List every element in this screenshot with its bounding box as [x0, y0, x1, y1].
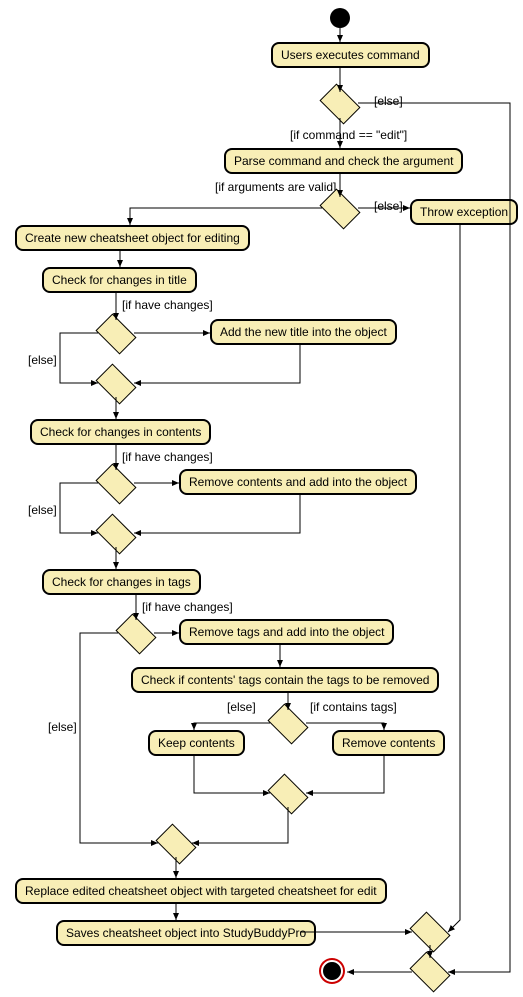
label-else-contents: [else]	[28, 503, 57, 517]
label-else-top: [else]	[374, 94, 403, 108]
merge-contents	[95, 513, 136, 554]
activity-keep: Keep contents	[148, 730, 245, 756]
decision-title	[95, 313, 136, 354]
activity-check-title: Check for changes in title	[42, 267, 197, 293]
start-node	[330, 8, 350, 28]
decision-command	[319, 83, 360, 124]
activity-replace: Replace edited cheatsheet object with ta…	[15, 878, 387, 904]
decision-contents	[95, 463, 136, 504]
label-if-valid: [if arguments are valid]	[215, 180, 336, 194]
activity-remove-tags: Remove tags and add into the object	[179, 619, 394, 645]
decision-tags	[115, 613, 156, 654]
activity-parse: Parse command and check the argument	[224, 148, 463, 174]
activity-users-execute: Users executes command	[271, 42, 430, 68]
label-if-contains: [if contains tags]	[310, 700, 397, 714]
activity-remove-contents: Remove contents and add into the object	[179, 469, 417, 495]
label-else-tags: [else]	[48, 720, 77, 734]
label-else-contain: [else]	[227, 700, 256, 714]
activity-add-title: Add the new title into the object	[210, 319, 397, 345]
decision-valid	[319, 188, 360, 229]
label-else-valid: [else]	[374, 199, 403, 213]
decision-contain	[267, 703, 308, 744]
merge-throw	[409, 911, 450, 952]
activity-check-tags: Check for changes in tags	[42, 569, 201, 595]
label-else-title: [else]	[28, 353, 57, 367]
merge-tags	[155, 823, 196, 864]
activity-create: Create new cheatsheet object for editing	[15, 225, 250, 251]
label-if-changes-2: [if have changes]	[122, 450, 213, 464]
activity-check-contents: Check for changes in contents	[30, 419, 211, 445]
merge-contain	[267, 773, 308, 814]
activity-remove: Remove contents	[332, 730, 445, 756]
merge-title	[95, 363, 136, 404]
merge-final	[409, 951, 450, 992]
label-if-changes-1: [if have changes]	[122, 298, 213, 312]
activity-throw: Throw exception	[410, 199, 518, 225]
label-if-edit: [if command == "edit"]	[290, 128, 407, 142]
label-if-changes-3: [if have changes]	[142, 600, 233, 614]
end-node	[321, 960, 343, 982]
activity-save: Saves cheatsheet object into StudyBuddyP…	[56, 920, 316, 946]
activity-check-contain: Check if contents' tags contain the tags…	[131, 667, 439, 693]
